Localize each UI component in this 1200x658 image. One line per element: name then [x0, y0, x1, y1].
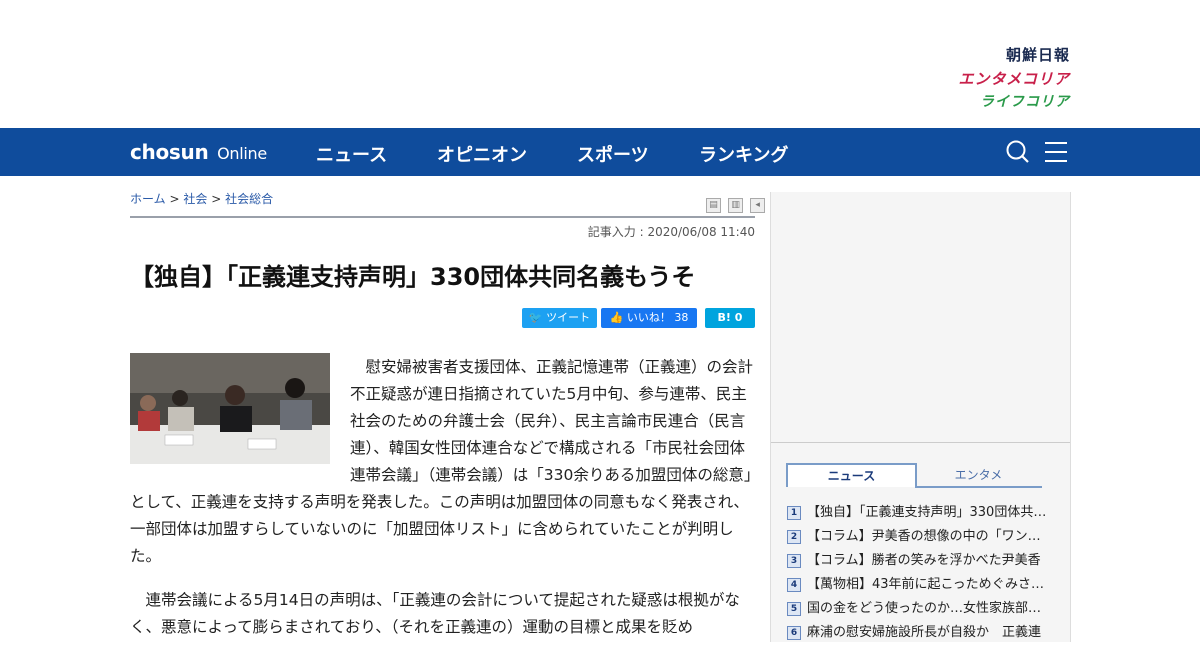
main-navigation: chosun Online ニュース オピニオン スポーツ ランキング: [0, 128, 1200, 176]
tweet-button[interactable]: 🐦 ツイート: [522, 308, 597, 328]
breadcrumb-separator: >: [169, 192, 180, 206]
search-icon[interactable]: [1006, 139, 1030, 165]
breadcrumb-society[interactable]: 社会: [183, 192, 207, 206]
nav-opinion[interactable]: オピニオン: [437, 141, 527, 167]
rank-number: 4: [787, 578, 801, 592]
hatena-bookmark-button[interactable]: B! 0: [705, 308, 755, 328]
ranking-item[interactable]: 3 【コラム】勝者の笑みを浮かべた尹美香: [787, 549, 1049, 568]
ranking-item[interactable]: 6 麻浦の慰安婦施設所長が自殺か 正義連: [787, 621, 1049, 640]
text-size-icon[interactable]: ▥: [728, 198, 744, 213]
ranking-item[interactable]: 5 国の金をどう使ったのか…女性家族部の補助金: [787, 597, 1049, 616]
print-icon[interactable]: ▤: [706, 198, 721, 213]
like-label: いいね！ 38: [626, 311, 689, 324]
breadcrumb-society-general[interactable]: 社会総合: [225, 192, 273, 206]
hamburger-menu-icon[interactable]: [1044, 139, 1068, 165]
ranking-item[interactable]: 4 【萬物相】43年前に起こっためぐみさん拉致: [787, 573, 1049, 592]
rank-number: 5: [787, 602, 801, 616]
nav-news[interactable]: ニュース: [316, 141, 387, 167]
tweet-label: ツイート: [546, 311, 591, 324]
rank-number: 1: [787, 506, 801, 520]
back-arrow-icon[interactable]: ◂: [750, 198, 766, 213]
rank-number: 3: [787, 554, 801, 568]
tab-entame[interactable]: エンタメ: [915, 464, 1042, 488]
twitter-bird-icon: 🐦: [528, 311, 543, 324]
facebook-like-button[interactable]: 👍 いいね！ 38: [601, 308, 697, 328]
masthead: 朝鮮日報 エンタメコリア ライフコリア: [0, 0, 1200, 128]
chosun-ilbo-logo[interactable]: 朝鮮日報: [930, 44, 1070, 65]
tab-news[interactable]: ニュース: [786, 463, 917, 487]
site-logo[interactable]: chosun Online: [130, 140, 267, 164]
rank-title: 【萬物相】43年前に起こっためぐみさん拉致: [807, 577, 1049, 592]
article-body: 慰安婦被害者支援団体、正義記憶連帯（正義連）の会計不正疑惑が連日指摘されていた5…: [130, 354, 755, 658]
thumbs-up-icon: 👍: [609, 311, 624, 324]
rank-number: 2: [787, 530, 801, 544]
article-paragraph: 連帯会議による5月14日の声明は、「正義連の会計について提起された疑惑は根拠がな…: [130, 591, 740, 636]
breadcrumb: ホーム > 社会 > 社会総合: [130, 190, 273, 207]
rank-title: 【コラム】尹美香の想像の中の「ワンダーランド」: [807, 529, 1049, 544]
entame-korea-logo[interactable]: エンタメコリア: [930, 68, 1070, 89]
rank-number: 6: [787, 626, 801, 640]
rank-title: 国の金をどう使ったのか…女性家族部の補助金: [807, 601, 1049, 616]
article-tools: ▤ ▥ ◂: [704, 192, 766, 213]
nav-sports[interactable]: スポーツ: [577, 141, 649, 167]
sidebar-divider: [771, 442, 1070, 443]
rank-title: 麻浦の慰安婦施設所長が自殺か 正義連: [807, 625, 1042, 640]
article-headline: 【独自】「正義連支持声明」330団体共同名義もうそ: [130, 263, 696, 291]
photo-wrap-spacer: [130, 354, 350, 472]
article-date: 記事入力 : 2020/06/08 11:40: [587, 225, 755, 239]
life-korea-logo[interactable]: ライフコリア: [930, 91, 1070, 111]
header-divider: [130, 216, 755, 218]
rank-title: 【独自】「正義連支持声明」330団体共同名義もうそ: [807, 505, 1049, 520]
ranking-item[interactable]: 1 【独自】「正義連支持声明」330団体共同名義もうそ: [787, 501, 1049, 520]
breadcrumb-home[interactable]: ホーム: [130, 192, 166, 206]
logo-sub: Online: [217, 144, 267, 163]
logo-main: chosun: [130, 140, 209, 164]
ranking-item[interactable]: 2 【コラム】尹美香の想像の中の「ワンダーランド」: [787, 525, 1049, 544]
breadcrumb-separator: >: [211, 192, 222, 206]
rank-title: 【コラム】勝者の笑みを浮かべた尹美香: [807, 553, 1041, 568]
sidebar: ニュース エンタメ 1 【独自】「正義連支持声明」330団体共同名義もうそ 2 【コ…: [770, 192, 1071, 642]
nav-ranking[interactable]: ランキング: [699, 141, 788, 167]
